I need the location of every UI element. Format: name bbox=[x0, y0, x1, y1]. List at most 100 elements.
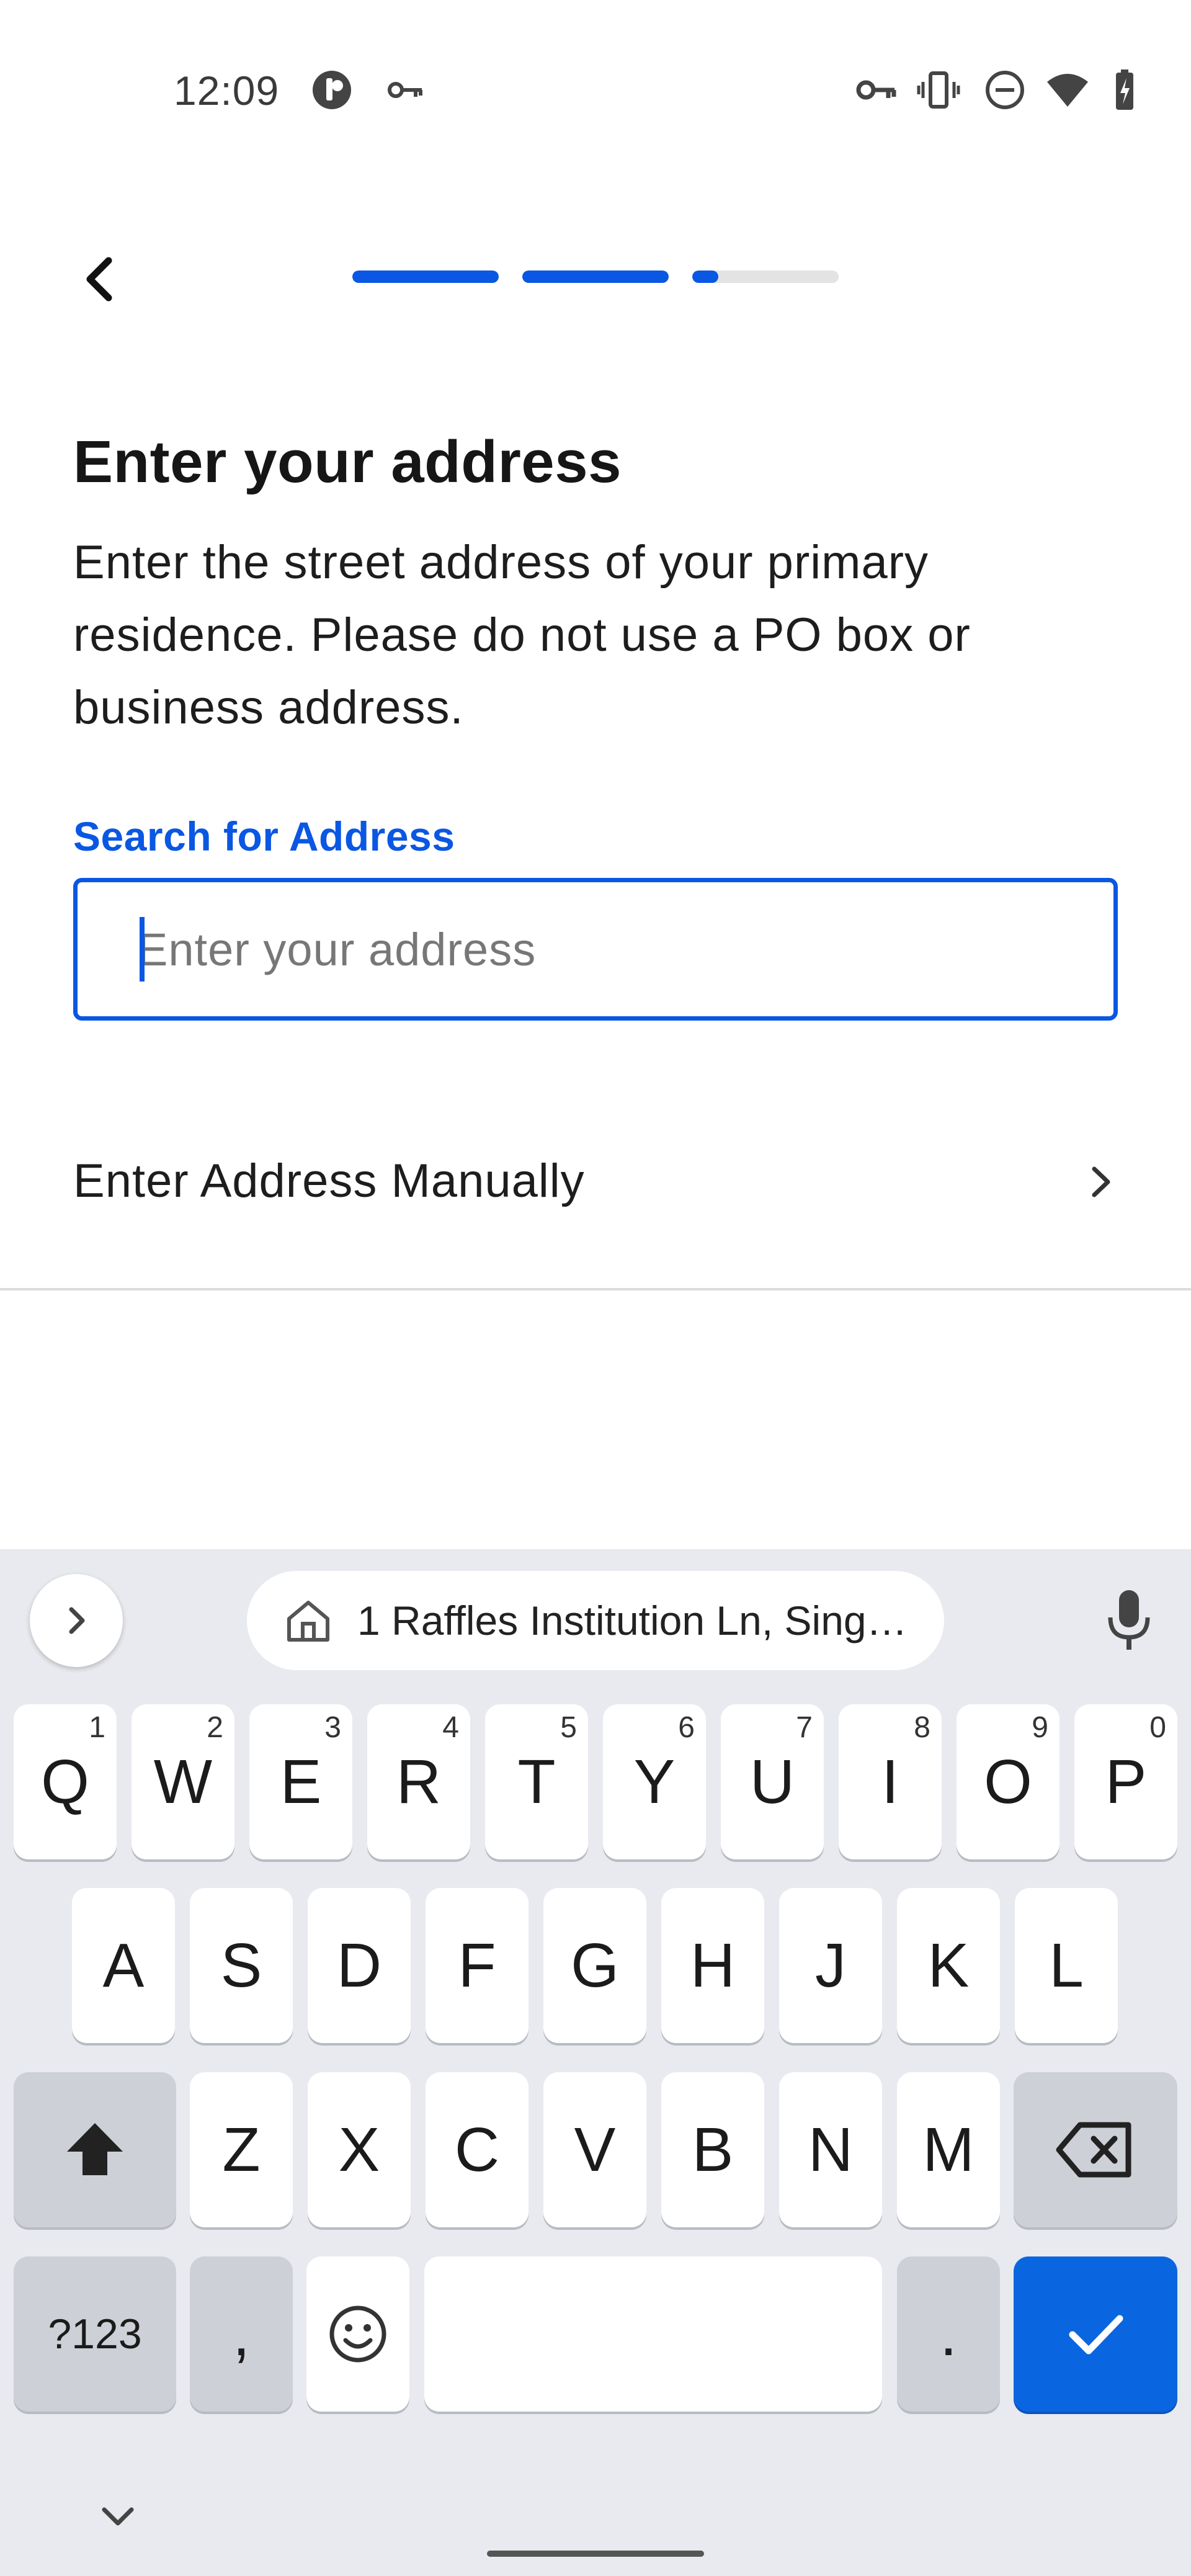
address-suggestion-chip[interactable]: 1 Raffles Institution Ln, Sing… bbox=[247, 1571, 944, 1670]
key-v[interactable]: V bbox=[543, 2072, 646, 2227]
key-l[interactable]: L bbox=[1015, 1888, 1118, 2043]
key-label: G bbox=[571, 1930, 619, 2000]
key-hint: 4 bbox=[442, 1711, 459, 1744]
vpn-key-icon bbox=[388, 82, 422, 98]
key-w[interactable]: 2W bbox=[132, 1704, 234, 1859]
soft-keyboard: 1 Raffles Institution Ln, Sing… 1Q2W3E4R… bbox=[0, 1549, 1191, 2576]
address-search-field[interactable] bbox=[73, 878, 1118, 1021]
key-label: K bbox=[927, 1930, 970, 2000]
text-cursor bbox=[140, 917, 145, 982]
chevron-right-icon bbox=[69, 1607, 85, 1634]
key-i[interactable]: 8I bbox=[839, 1704, 942, 1859]
key-k[interactable]: K bbox=[897, 1888, 1000, 2043]
address-search-input[interactable] bbox=[137, 882, 1105, 1016]
key-hint: 6 bbox=[678, 1711, 695, 1744]
key-label: Z bbox=[222, 2114, 261, 2185]
enter-address-manually-label: Enter Address Manually bbox=[73, 1155, 585, 1207]
key-label: T bbox=[517, 1746, 556, 1817]
key-label: V bbox=[574, 2114, 616, 2185]
key-e[interactable]: 3E bbox=[249, 1704, 352, 1859]
key-label: M bbox=[922, 2114, 975, 2185]
key-h[interactable]: H bbox=[661, 1888, 764, 2043]
space-key[interactable] bbox=[424, 2256, 882, 2412]
key-label: O bbox=[984, 1746, 1032, 1817]
back-button[interactable] bbox=[68, 248, 130, 310]
key-label: P bbox=[1105, 1746, 1147, 1817]
key-label: I bbox=[881, 1746, 899, 1817]
period-key[interactable]: . bbox=[897, 2256, 1000, 2412]
key-hint: 7 bbox=[796, 1711, 813, 1744]
key-y[interactable]: 6Y bbox=[603, 1704, 706, 1859]
key-label: S bbox=[220, 1930, 262, 2000]
battery-charging-icon bbox=[1116, 69, 1133, 110]
wifi-icon bbox=[1047, 74, 1088, 107]
key-hint: 5 bbox=[560, 1711, 577, 1744]
status-bar: 12:09 bbox=[0, 0, 1191, 186]
key-c[interactable]: C bbox=[426, 2072, 529, 2227]
key-f[interactable]: F bbox=[426, 1888, 529, 2043]
key-m[interactable]: M bbox=[897, 2072, 1000, 2227]
checkmark-icon bbox=[1069, 2315, 1123, 2355]
emoji-icon bbox=[329, 2305, 386, 2363]
microphone-icon[interactable] bbox=[1098, 1586, 1160, 1655]
progress-step-3 bbox=[692, 271, 839, 283]
comma-key[interactable]: , bbox=[190, 2256, 293, 2412]
key-hint: 3 bbox=[324, 1711, 341, 1744]
progress-fill bbox=[522, 271, 669, 283]
page-title: Enter your address bbox=[73, 429, 622, 495]
symbols-key[interactable]: ?123 bbox=[14, 2256, 176, 2412]
suggestion-text: 1 Raffles Institution Ln, Sing… bbox=[357, 1598, 908, 1644]
key-label: Y bbox=[633, 1746, 676, 1817]
key-label: L bbox=[1049, 1930, 1084, 2000]
suggestion-expand-button[interactable] bbox=[30, 1574, 123, 1667]
key-hint: 2 bbox=[207, 1711, 223, 1744]
key-p[interactable]: 0P bbox=[1074, 1704, 1177, 1859]
key-label: U bbox=[749, 1746, 795, 1817]
emoji-key[interactable] bbox=[306, 2256, 409, 2412]
key-label: H bbox=[690, 1930, 736, 2000]
enter-key[interactable] bbox=[1014, 2256, 1177, 2412]
do-not-disturb-icon bbox=[986, 71, 1024, 109]
key-g[interactable]: G bbox=[543, 1888, 646, 2043]
shift-icon bbox=[67, 2123, 123, 2175]
symbols-key-label: ?123 bbox=[48, 2310, 142, 2358]
key-hint: 0 bbox=[1149, 1711, 1166, 1744]
key-hint: 8 bbox=[914, 1711, 930, 1744]
key-j[interactable]: J bbox=[779, 1888, 882, 2043]
enter-address-manually-row[interactable]: Enter Address Manually bbox=[0, 1111, 1191, 1290]
vpn-key-icon bbox=[856, 80, 896, 100]
search-address-label: Search for Address bbox=[73, 813, 455, 859]
key-label: B bbox=[692, 2114, 734, 2185]
key-hint: 1 bbox=[89, 1711, 105, 1744]
shift-key[interactable] bbox=[14, 2072, 176, 2227]
key-x[interactable]: X bbox=[308, 2072, 411, 2227]
key-label: A bbox=[102, 1930, 145, 2000]
key-a[interactable]: A bbox=[72, 1888, 175, 2043]
key-q[interactable]: 1Q bbox=[14, 1704, 117, 1859]
key-b[interactable]: B bbox=[661, 2072, 764, 2227]
key-n[interactable]: N bbox=[779, 2072, 882, 2227]
key-label: N bbox=[808, 2114, 854, 2185]
keyboard-hide-icon[interactable] bbox=[93, 2498, 143, 2536]
progress-step-2 bbox=[522, 271, 669, 283]
backspace-icon bbox=[1056, 2122, 1131, 2178]
key-t[interactable]: 5T bbox=[485, 1704, 588, 1859]
key-r[interactable]: 4R bbox=[367, 1704, 470, 1859]
key-o[interactable]: 9O bbox=[957, 1704, 1059, 1859]
key-s[interactable]: S bbox=[190, 1888, 293, 2043]
key-label: W bbox=[153, 1746, 213, 1817]
key-u[interactable]: 7U bbox=[721, 1704, 824, 1859]
comma-key-label: , bbox=[233, 2299, 250, 2369]
page-description: Enter the street address of your primary… bbox=[73, 536, 971, 734]
key-label: R bbox=[396, 1746, 442, 1817]
key-d[interactable]: D bbox=[308, 1888, 411, 2043]
backspace-key[interactable] bbox=[1014, 2072, 1177, 2227]
key-label: F bbox=[458, 1930, 496, 2000]
chevron-left-icon bbox=[86, 257, 112, 302]
key-label: E bbox=[280, 1746, 322, 1817]
period-key-label: . bbox=[940, 2299, 957, 2369]
vibrate-icon bbox=[917, 71, 960, 109]
navigation-handle[interactable] bbox=[487, 2551, 704, 2557]
key-label: C bbox=[454, 2114, 500, 2185]
key-z[interactable]: Z bbox=[190, 2072, 293, 2227]
